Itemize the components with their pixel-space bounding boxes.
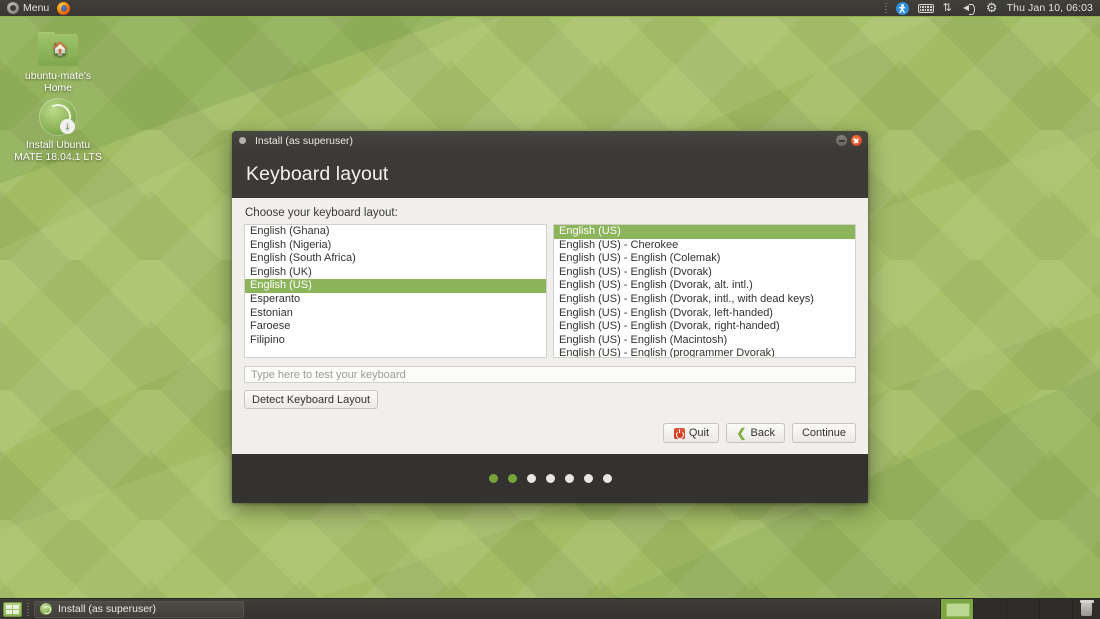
wizard-button-row: Quit ❮ Back Continue: [663, 423, 856, 443]
workspace-switcher[interactable]: [940, 598, 1072, 619]
quit-button[interactable]: Quit: [663, 423, 720, 443]
top-panel-tray: ⇅ ⚙ Thu Jan 10, 06:03: [884, 1, 1100, 15]
panel-separator: [884, 2, 887, 14]
keyboard-variant-item[interactable]: English (US): [554, 225, 855, 239]
desktop-icon-home-label-line2: Home: [43, 82, 72, 94]
trash-icon[interactable]: [1072, 598, 1100, 619]
progress-dot: [526, 474, 536, 483]
quit-button-label: Quit: [688, 427, 710, 439]
keyboard-layout-item[interactable]: English (Nigeria): [245, 239, 546, 253]
install-disc-icon: ↓: [39, 98, 77, 136]
keyboard-variant-item[interactable]: English (US) - English (Dvorak): [554, 266, 855, 280]
progress-dot: [583, 474, 593, 483]
firefox-icon[interactable]: [57, 1, 71, 15]
keyboard-variant-item[interactable]: English (US) - English (Dvorak, right-ha…: [554, 320, 855, 334]
minimize-icon[interactable]: [836, 135, 847, 146]
close-icon[interactable]: [851, 135, 862, 146]
progress-dot: [545, 474, 555, 483]
power-off-icon: [673, 427, 685, 439]
keyboard-layout-item[interactable]: Faroese: [245, 320, 546, 334]
taskbar-separator: [27, 602, 29, 616]
keyboard-variant-item[interactable]: English (US) - English (programmer Dvora…: [554, 347, 855, 357]
workspace-1[interactable]: [940, 598, 973, 619]
show-desktop-icon[interactable]: [3, 601, 22, 617]
mate-menu-icon: [7, 2, 19, 14]
keyboard-indicator-icon[interactable]: [917, 3, 934, 13]
progress-dot: [507, 474, 517, 483]
window-controls: [836, 135, 862, 146]
taskbar-window-button[interactable]: Install (as superuser): [34, 600, 244, 618]
layout-prompt: Choose your keyboard layout:: [245, 207, 398, 219]
accessibility-icon[interactable]: [895, 1, 909, 15]
workspace-4[interactable]: [1039, 598, 1072, 619]
workspace-2[interactable]: [973, 598, 1006, 619]
progress-dot: [564, 474, 574, 483]
settings-gear-icon[interactable]: ⚙: [986, 1, 998, 14]
folder-home-icon: 🏠: [38, 32, 78, 66]
keyboard-variant-item[interactable]: English (US) - Cherokee: [554, 239, 855, 253]
desktop-icon-install-label-line1: Install Ubuntu: [25, 139, 91, 151]
taskbar-window-label: Install (as superuser): [58, 603, 157, 615]
menu-button[interactable]: Menu: [4, 0, 52, 16]
window-titlebar[interactable]: Install (as superuser): [232, 131, 868, 150]
desktop-icon-install-label-line2: MATE 18.04.1 LTS: [14, 151, 102, 163]
keyboard-variant-list[interactable]: English (US) English (US) - Cherokee Engli…: [553, 224, 856, 358]
workspace-3[interactable]: [1006, 598, 1039, 619]
progress-dot: [602, 474, 612, 483]
keyboard-layout-list[interactable]: English (Ghana) English (Nigeria) English …: [244, 224, 547, 358]
keyboard-variant-item[interactable]: English (US) - English (Dvorak, left-han…: [554, 307, 855, 321]
keyboard-variant-item[interactable]: English (US) - English (Macintosh): [554, 334, 855, 348]
bottom-taskbar: Install (as superuser): [0, 598, 1100, 619]
page-title: Keyboard layout: [246, 162, 389, 185]
desktop[interactable]: Menu ⇅ ⚙ Thu Jan 10, 06:03 🏠 ubuntu-mate…: [0, 0, 1100, 619]
keyboard-layout-item[interactable]: Filipino: [245, 334, 546, 348]
installer-window[interactable]: Install (as superuser) Keyboard layout C…: [232, 131, 868, 503]
wizard-header: Keyboard layout: [232, 150, 868, 198]
top-panel-left: Menu: [0, 0, 71, 16]
volume-icon[interactable]: [962, 2, 977, 15]
keyboard-variant-item[interactable]: English (US) - English (Colemak): [554, 252, 855, 266]
keyboard-layout-item[interactable]: Esperanto: [245, 293, 546, 307]
desktop-icon-home[interactable]: 🏠 ubuntu-mate's Home: [8, 32, 108, 94]
window-icon: [239, 137, 246, 144]
detect-keyboard-layout-button[interactable]: Detect Keyboard Layout: [244, 390, 379, 409]
keyboard-test-input[interactable]: [244, 366, 856, 383]
progress-dot: [488, 474, 498, 483]
keyboard-variant-item[interactable]: English (US) - English (Dvorak, alt. int…: [554, 279, 855, 293]
top-panel: Menu ⇅ ⚙ Thu Jan 10, 06:03: [0, 0, 1100, 17]
keyboard-layout-item[interactable]: Estonian: [245, 307, 546, 321]
install-disc-icon: [40, 603, 52, 615]
wizard-body: Choose your keyboard layout: English (Gh…: [232, 198, 868, 454]
network-updown-icon[interactable]: ⇅: [943, 2, 954, 14]
keyboard-layout-item[interactable]: English (Ghana): [245, 225, 546, 239]
desktop-icon-install[interactable]: ↓ Install Ubuntu MATE 18.04.1 LTS: [8, 98, 108, 163]
menu-label: Menu: [23, 2, 50, 14]
back-button[interactable]: ❮ Back: [726, 423, 785, 443]
keyboard-variant-item[interactable]: English (US) - English (Dvorak, intl., w…: [554, 293, 855, 307]
keyboard-layout-item[interactable]: English (South Africa): [245, 252, 546, 266]
wizard-progress-dots: [232, 454, 868, 503]
keyboard-layout-item[interactable]: English (UK): [245, 266, 546, 280]
continue-button[interactable]: Continue: [791, 423, 856, 443]
desktop-icon-home-label-line1: ubuntu-mate's: [24, 70, 92, 82]
taskbar-right: [940, 598, 1100, 619]
layout-lists: English (Ghana) English (Nigeria) English …: [244, 224, 856, 358]
clock[interactable]: Thu Jan 10, 06:03: [1007, 2, 1093, 14]
back-button-label: Back: [750, 427, 775, 439]
window-title: Install (as superuser): [255, 134, 354, 147]
keyboard-layout-item[interactable]: English (US): [245, 279, 546, 293]
chevron-left-icon: ❮: [736, 425, 747, 440]
